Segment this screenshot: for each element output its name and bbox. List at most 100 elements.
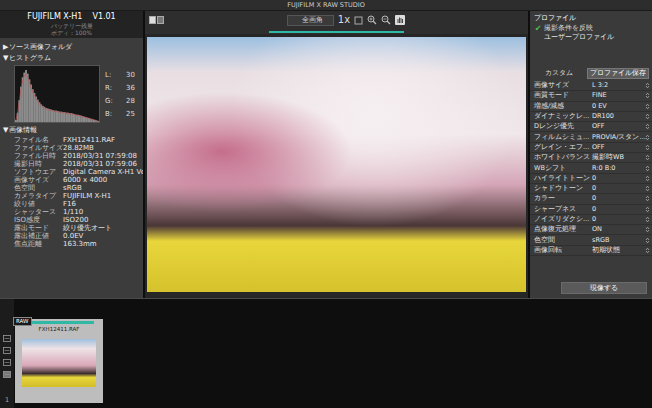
reflect-option[interactable]: ✔撮影条件を反映 (530, 24, 652, 33)
camera-header: FUJIFILM X-H1V1.01バッテリー残量ボディ：100% (0, 11, 143, 38)
thumbnail[interactable]: FXH12411.RAFRAW (14, 299, 103, 408)
setting-row[interactable]: ダイナミックレ…DR100 (530, 112, 652, 122)
stepper-icon (645, 195, 650, 202)
expand-arrow[interactable]: ▼ (3, 54, 8, 63)
main-area: FUJIFILM X-H1V1.01バッテリー残量ボディ：100% ▶ソース画像フ… (0, 11, 652, 298)
setting-value[interactable]: 0 (592, 184, 645, 193)
stepper-icon (645, 113, 650, 120)
viewer: 全画角1x (145, 11, 528, 298)
setting-value[interactable]: 0 (592, 205, 645, 214)
histogram-bar (59, 112, 61, 122)
compare-view-button[interactable] (157, 16, 164, 24)
expand-arrow[interactable]: ▼ (3, 126, 8, 135)
stepper-icon (645, 154, 650, 161)
setting-row[interactable]: フィルムシミュ…PROVIA/スタン… (530, 132, 652, 142)
single-view-button[interactable] (149, 16, 156, 24)
setting-row[interactable]: 画像サイズL 3:2 (530, 81, 652, 91)
setting-value[interactable]: 0 (592, 215, 645, 224)
info-label: ファイル日時 (14, 152, 63, 160)
section-label[interactable]: ヒストグラム (9, 54, 51, 63)
info-value: 2018/03/31 07:59:06 (63, 160, 141, 168)
histogram-chart (15, 66, 99, 122)
info-row: ファイル名FXH12411.RAF (14, 136, 141, 144)
setting-value[interactable]: OFF (592, 143, 645, 152)
setting-value[interactable]: OFF (592, 122, 645, 131)
setting-label: シャドウトーン (534, 184, 592, 193)
setting-row[interactable]: 色空間sRGB (530, 235, 652, 245)
info-label: ファイルサイズ (14, 144, 63, 152)
profile-tab[interactable]: プロファイル保存 (587, 68, 649, 79)
info-label: 焦点距離 (14, 240, 63, 248)
histogram-bar (60, 112, 62, 122)
info-value: 6000 x 4000 (63, 176, 141, 184)
histogram-bar (32, 89, 34, 122)
setting-row[interactable]: シャープネス0 (530, 205, 652, 215)
setting-row[interactable]: Dレンジ優先OFF (530, 122, 652, 132)
info-label: 色空間 (14, 184, 63, 192)
histogram-bar (52, 110, 54, 122)
profile-tab[interactable]: カスタム (533, 68, 585, 79)
info-row: 撮影日時2018/03/31 07:59:06 (14, 160, 141, 168)
setting-row[interactable]: ハイライトトーン0 (530, 174, 652, 184)
reflect-checkbox[interactable]: ✔ (534, 25, 542, 33)
setting-value[interactable]: ON (592, 225, 645, 234)
section-header[interactable]: ▼画像情報 (0, 125, 143, 136)
reading-value: 30 (126, 71, 135, 79)
histogram-bar (57, 111, 59, 122)
setting-label: カラー (534, 194, 592, 203)
setting-value[interactable]: L 3:2 (592, 81, 645, 90)
section-header[interactable]: ▶ソース画像フォルダ (0, 42, 143, 53)
reflect-label[interactable]: 撮影条件を反映 (544, 24, 593, 33)
develop-button[interactable]: 現像する (561, 282, 647, 294)
preview-photo (147, 37, 526, 292)
info-value: 163.3mm (63, 240, 141, 248)
setting-value[interactable]: R:0 B:0 (592, 164, 645, 173)
setting-row[interactable]: 画質モードFINE (530, 91, 652, 101)
setting-value[interactable]: PROVIA/スタン… (592, 133, 645, 142)
info-value: 1/110 (63, 208, 141, 216)
progress (145, 29, 528, 34)
stepper-icon (645, 82, 650, 89)
setting-row[interactable]: 点像復元処理ON (530, 225, 652, 235)
setting-row[interactable]: ホワイトバランス撮影時WB (530, 153, 652, 163)
setting-row[interactable]: シャドウトーン0 (530, 184, 652, 194)
setting-value[interactable]: 撮影時WB (592, 153, 645, 162)
section-label[interactable]: ソース画像フォルダ (9, 43, 72, 52)
info-value: 2018/03/31 07:59:08 (63, 152, 141, 160)
profile-title: プロファイル (530, 11, 652, 24)
setting-label: 増感/減感 (534, 102, 592, 111)
histogram-bar (28, 79, 30, 122)
stepper-icon (645, 226, 650, 233)
info-label: 撮影日時 (14, 160, 63, 168)
histogram-bar (62, 112, 64, 122)
setting-value[interactable]: 0 EV (592, 102, 645, 111)
reading-value: 28 (126, 97, 135, 105)
expand-arrow[interactable]: ▶ (3, 43, 8, 52)
setting-value[interactable]: FINE (592, 91, 645, 100)
setting-row[interactable]: 画像回転初期状態 (530, 246, 652, 256)
section-header[interactable]: ▼ヒストグラム (0, 53, 143, 64)
info-value: F16 (63, 200, 141, 208)
setting-value[interactable]: DR100 (592, 112, 645, 121)
section-label[interactable]: 画像情報 (9, 126, 37, 135)
info-value: Digital Camera X-H1 Ver1. (63, 168, 143, 176)
reading-label: G: (105, 97, 113, 105)
setting-row[interactable]: WBシフトR:0 B:0 (530, 163, 652, 173)
setting-row[interactable]: 増感/減感0 EV (530, 102, 652, 112)
setting-row[interactable]: ノイズリダクシ…0 (530, 215, 652, 225)
user-profile[interactable]: ユーザープロファイル (530, 33, 652, 42)
thumbnail-filename: FXH12411.RAF (39, 325, 80, 333)
stepper-icon (645, 144, 650, 151)
thumbnail-card[interactable]: FXH12411.RAF (15, 319, 103, 403)
filmstrip-tools: 1 (0, 299, 14, 408)
view-mode-dropdown[interactable]: 全画角 (287, 15, 334, 26)
setting-label: 画像サイズ (534, 81, 592, 90)
info-label: カメラタイプ (14, 192, 63, 200)
setting-value[interactable]: sRGB (592, 236, 645, 245)
setting-row[interactable]: グレイン・エフ…OFF (530, 143, 652, 153)
info-label: 露出補正値 (14, 232, 63, 240)
setting-value[interactable]: 初期状態 (592, 246, 645, 255)
setting-row[interactable]: カラー0 (530, 194, 652, 204)
setting-value[interactable]: 0 (592, 174, 645, 183)
setting-value[interactable]: 0 (592, 194, 645, 203)
